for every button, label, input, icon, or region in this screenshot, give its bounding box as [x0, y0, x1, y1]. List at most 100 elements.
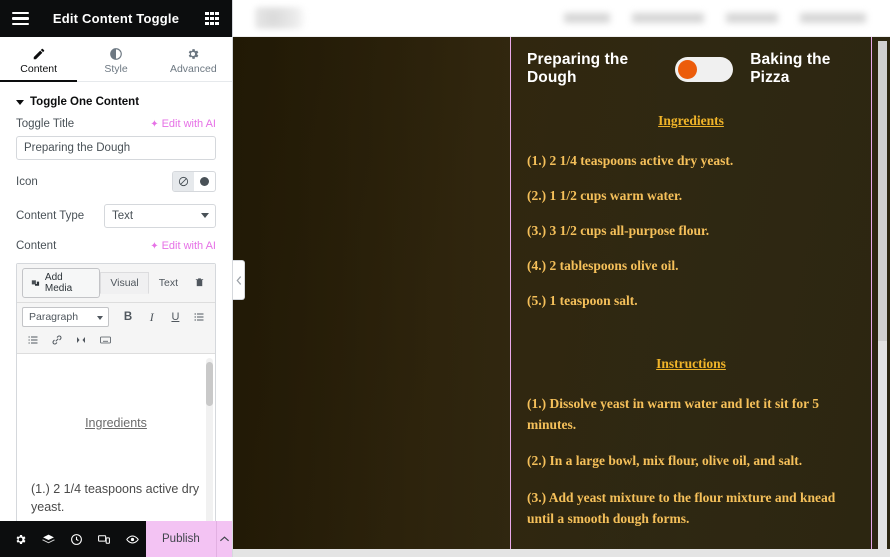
- paragraph-format-select[interactable]: Paragraph: [22, 307, 110, 327]
- chevron-down-icon: [97, 316, 104, 320]
- page-body: Preparing the Dough Baking the Pizza Ing…: [233, 37, 890, 557]
- ingredient-item: (5.) 1 teaspoon salt.: [527, 292, 638, 308]
- site-nav: [564, 13, 866, 23]
- site-logo: [255, 7, 315, 29]
- tab-advanced[interactable]: Advanced: [155, 37, 232, 81]
- panel-tabs: Content Style Advanced: [0, 37, 232, 82]
- bold-button[interactable]: B: [117, 307, 139, 327]
- toggle-switch-knob: [678, 59, 698, 79]
- toggle-switch[interactable]: [675, 56, 734, 82]
- apps-grid-button[interactable]: [201, 8, 223, 30]
- canvas-scrollbar[interactable]: [878, 41, 887, 551]
- publish-options-button[interactable]: [215, 521, 232, 557]
- chevron-down-icon: [201, 213, 209, 218]
- instructions-title: Instructions: [656, 355, 726, 371]
- content-type-value: Text: [112, 210, 134, 222]
- content-type-select-wrap: Text: [104, 204, 216, 228]
- underline-button[interactable]: U: [165, 307, 187, 327]
- editor-topbar: Add Media Visual Text: [17, 264, 215, 303]
- editor-tab-visual[interactable]: Visual: [100, 272, 149, 294]
- instruction-item: (1.) Dissolve yeast in warm water and le…: [527, 395, 819, 432]
- nav-item[interactable]: [632, 13, 704, 23]
- preview-canvas: Preparing the Dough Baking the Pizza Ing…: [233, 0, 890, 557]
- field-content-row: Content ✦ Edit with AI: [16, 240, 216, 252]
- link-button[interactable]: [46, 330, 68, 350]
- toggle-title-label: Toggle Title: [16, 118, 75, 130]
- editor-mode-tabs: Visual Text: [100, 272, 211, 294]
- publish-button[interactable]: Publish: [146, 521, 216, 557]
- field-content: Content ✦ Edit with AI: [0, 240, 232, 252]
- settings-icon[interactable]: [6, 521, 34, 557]
- field-icon: Icon: [0, 171, 232, 192]
- section-title: Toggle One Content: [30, 96, 140, 108]
- panel-footer-icons: [0, 521, 146, 557]
- toggle-right-label: Baking the Pizza: [750, 51, 831, 86]
- edit-with-ai-content-button[interactable]: ✦ Edit with AI: [150, 240, 216, 252]
- toggle-title-input[interactable]: [16, 136, 216, 160]
- tab-style-label: Style: [104, 63, 128, 75]
- site-header: [233, 0, 890, 37]
- paragraph-format-value: Paragraph: [29, 311, 79, 323]
- icon-choice-group: [172, 171, 216, 192]
- add-media-label: Add Media: [44, 272, 73, 294]
- tab-advanced-label: Advanced: [169, 63, 217, 75]
- hamburger-menu-button[interactable]: [9, 8, 31, 30]
- preview-icon[interactable]: [118, 521, 146, 557]
- trash-icon[interactable]: [188, 273, 211, 294]
- nav-item[interactable]: [800, 13, 866, 23]
- chevron-left-icon: [235, 275, 241, 285]
- grid-icon: [205, 11, 219, 26]
- canvas-scrollbar-thumb[interactable]: [878, 41, 887, 341]
- responsive-icon[interactable]: [90, 521, 118, 557]
- tab-content[interactable]: Content: [0, 37, 78, 82]
- edit-with-ai-content-label: Edit with AI: [161, 240, 216, 252]
- editor-preview-heading: Ingredients: [85, 416, 147, 430]
- toggle-header: Preparing the Dough Baking the Pizza: [527, 51, 855, 87]
- media-icon: [31, 279, 40, 286]
- content-toggle-widget[interactable]: Preparing the Dough Baking the Pizza Ing…: [510, 37, 872, 557]
- section-toggle-one-content[interactable]: Toggle One Content: [0, 82, 232, 118]
- content-type-label: Content Type: [16, 210, 85, 222]
- field-toggle-title-row: Toggle Title ✦ Edit with AI: [16, 118, 216, 130]
- canvas-bottom-strip: [233, 549, 890, 557]
- nav-item[interactable]: [564, 13, 610, 23]
- editor-scrollbar-thumb[interactable]: [206, 362, 213, 406]
- panel-body: Toggle One Content Toggle Title ✦ Edit w…: [0, 82, 232, 521]
- editor-toolbar-row-2: [22, 330, 210, 350]
- sparkle-icon: ✦: [150, 240, 159, 252]
- panel-collapse-handle[interactable]: [233, 260, 245, 300]
- icon-option-circle[interactable]: [194, 172, 215, 191]
- panel-footer: Publish: [0, 521, 232, 557]
- bulleted-list-button[interactable]: [188, 307, 210, 327]
- content-type-select[interactable]: Text: [104, 204, 216, 228]
- circle-icon: [200, 177, 209, 186]
- editor-content-area[interactable]: Ingredients (1.) 2 1/4 teaspoons active …: [17, 354, 215, 521]
- content-label: Content: [16, 240, 57, 252]
- editor-scrollbar[interactable]: [206, 358, 213, 521]
- field-toggle-title: Toggle Title ✦ Edit with AI: [0, 118, 232, 160]
- elementor-editor-window: Edit Content Toggle Content Style Advanc…: [0, 0, 890, 557]
- field-content-type: Content Type Text: [0, 204, 232, 228]
- sparkle-icon: ✦: [150, 118, 159, 130]
- tab-style[interactable]: Style: [77, 37, 154, 81]
- read-more-button[interactable]: [70, 330, 92, 350]
- ingredient-item: (3.) 3 1/2 cups all-purpose flour.: [527, 222, 710, 238]
- history-icon[interactable]: [62, 521, 90, 557]
- keyboard-shortcuts-button[interactable]: [94, 330, 116, 350]
- editor-panel: Edit Content Toggle Content Style Advanc…: [0, 0, 233, 557]
- numbered-list-button[interactable]: [22, 330, 44, 350]
- editor-tab-text[interactable]: Text: [149, 272, 188, 294]
- italic-button[interactable]: I: [141, 307, 163, 327]
- editor-toolbar: Paragraph B I U: [17, 303, 215, 354]
- edit-with-ai-title-button[interactable]: ✦ Edit with AI: [150, 118, 216, 130]
- tab-content-label: Content: [20, 63, 58, 75]
- navigator-icon[interactable]: [34, 521, 62, 557]
- toggle-left-label: Preparing the Dough: [527, 51, 629, 86]
- nav-item[interactable]: [726, 13, 778, 23]
- icon-option-none[interactable]: [173, 172, 194, 191]
- add-media-button[interactable]: Add Media: [22, 268, 101, 298]
- chevron-down-icon: [16, 99, 24, 105]
- panel-header: Edit Content Toggle: [0, 0, 232, 37]
- ingredient-item: (4.) 2 tablespoons olive oil.: [527, 257, 679, 273]
- gear-icon: [155, 44, 232, 61]
